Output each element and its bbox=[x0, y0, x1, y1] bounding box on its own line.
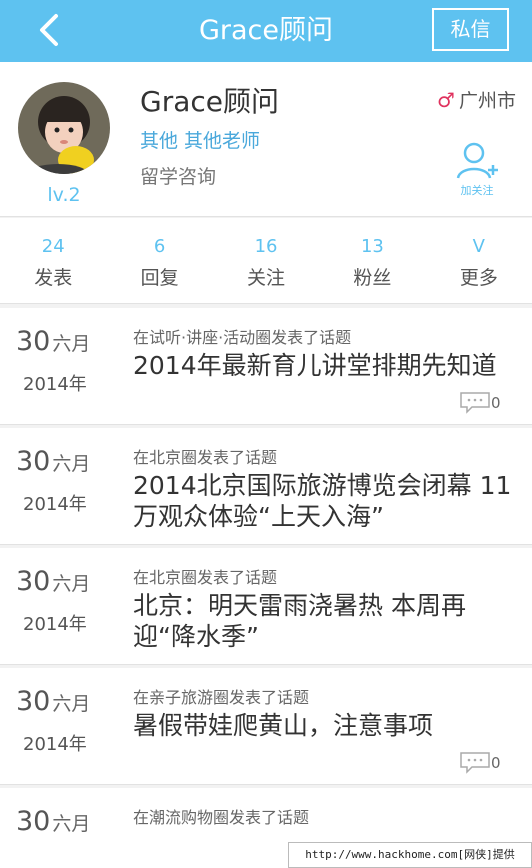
post-date: 30 六月 bbox=[16, 806, 112, 837]
comment-icon bbox=[460, 392, 490, 414]
stat-label: 粉丝 bbox=[353, 267, 392, 289]
list-item[interactable]: 30 六月 2014年 在北京圈发表了话题 2014北京国际旅游博览会闭幕 11万… bbox=[0, 428, 532, 545]
avatar-image bbox=[18, 82, 110, 174]
stat-value: 13 bbox=[360, 236, 384, 257]
comment-icon bbox=[460, 752, 490, 774]
user-location: ♂ 广州市 bbox=[437, 86, 516, 113]
post-meta: 在潮流购物圈发表了话题 bbox=[133, 808, 310, 827]
post-date: 30 六月 2014年 bbox=[16, 326, 112, 395]
user-description: 留学咨询 bbox=[140, 166, 217, 188]
male-icon: ♂ bbox=[437, 88, 455, 112]
stat-followers[interactable]: 13 粉丝 bbox=[319, 218, 425, 303]
watermark-label: http://www.hackhome.com[网侠]提供 bbox=[288, 842, 532, 868]
avatar[interactable] bbox=[18, 82, 110, 174]
post-month: 六月 bbox=[52, 573, 91, 595]
post-title[interactable]: 暑假带娃爬黄山，注意事项 bbox=[133, 710, 518, 741]
comment-indicator[interactable]: 0 bbox=[460, 392, 504, 414]
stat-value: 24 bbox=[41, 236, 65, 257]
stat-more[interactable]: V 更多 bbox=[426, 218, 532, 303]
stat-following[interactable]: 16 关注 bbox=[213, 218, 319, 303]
post-meta: 在北京圈发表了话题 bbox=[133, 568, 278, 587]
user-name: Grace顾问 bbox=[140, 85, 279, 118]
post-date: 30 六月 2014年 bbox=[16, 686, 112, 755]
stat-label: 回复 bbox=[140, 267, 179, 289]
profile-card: lv.2 Grace顾问 其他 其他老师 留学咨询 ♂ 广州市 加关注 bbox=[0, 62, 532, 217]
post-day: 30 bbox=[16, 446, 51, 477]
post-month: 六月 bbox=[52, 693, 91, 715]
comment-count: 0 bbox=[491, 394, 501, 412]
post-meta: 在北京圈发表了话题 bbox=[133, 448, 278, 467]
post-meta: 在亲子旅游圈发表了话题 bbox=[133, 688, 310, 707]
stat-value: 6 bbox=[153, 236, 166, 257]
post-month: 六月 bbox=[52, 333, 91, 355]
post-day: 30 bbox=[16, 326, 51, 357]
stat-label: 发表 bbox=[34, 267, 73, 289]
stats-bar: 24 发表 6 回复 16 关注 13 粉丝 V 更多 bbox=[0, 218, 532, 304]
post-date: 30 六月 2014年 bbox=[16, 446, 112, 515]
post-year: 2014年 bbox=[23, 734, 87, 755]
stat-replies[interactable]: 6 回复 bbox=[106, 218, 212, 303]
add-user-icon bbox=[456, 142, 498, 179]
post-meta: 在试听·讲座·活动圈发表了话题 bbox=[133, 328, 352, 347]
post-title[interactable]: 2014北京国际旅游博览会闭幕 11万观众体验“上天入海” bbox=[133, 470, 518, 532]
user-level: lv.2 bbox=[47, 184, 81, 206]
post-day: 30 bbox=[16, 566, 51, 597]
post-title[interactable]: 2014年最新育儿讲堂排期先知道 bbox=[133, 350, 518, 381]
post-date: 30 六月 2014年 bbox=[16, 566, 112, 635]
follow-button[interactable]: 加关注 bbox=[452, 140, 502, 202]
post-month: 六月 bbox=[52, 813, 91, 835]
private-message-button[interactable]: 私信 bbox=[432, 8, 509, 51]
user-tags[interactable]: 其他 其他老师 bbox=[140, 126, 260, 153]
stat-value: 16 bbox=[254, 236, 278, 257]
stat-label: 关注 bbox=[247, 267, 286, 289]
stat-value: V bbox=[472, 236, 485, 257]
city-label: 广州市 bbox=[458, 90, 516, 112]
comment-count: 0 bbox=[491, 754, 501, 772]
post-year: 2014年 bbox=[23, 374, 87, 395]
comment-indicator[interactable]: 0 bbox=[460, 752, 504, 774]
top-bar: Grace顾问 私信 bbox=[0, 0, 532, 62]
post-day: 30 bbox=[16, 686, 51, 717]
list-item[interactable]: 30 六月 2014年 在亲子旅游圈发表了话题 暑假带娃爬黄山，注意事项 0 bbox=[0, 668, 532, 785]
post-title[interactable]: 北京：明天雷雨浇暑热 本周再迎“降水季” bbox=[133, 590, 518, 652]
post-year: 2014年 bbox=[23, 494, 87, 515]
post-day: 30 bbox=[16, 806, 51, 837]
list-item[interactable]: 30 六月 2014年 在北京圈发表了话题 北京：明天雷雨浇暑热 本周再迎“降水季… bbox=[0, 548, 532, 665]
list-item[interactable]: 30 六月 2014年 在试听·讲座·活动圈发表了话题 2014年最新育儿讲堂排期… bbox=[0, 308, 532, 425]
stat-posts[interactable]: 24 发表 bbox=[0, 218, 106, 303]
post-year: 2014年 bbox=[23, 614, 87, 635]
stat-label: 更多 bbox=[459, 267, 498, 289]
follow-label: 加关注 bbox=[460, 184, 494, 197]
post-month: 六月 bbox=[52, 453, 91, 475]
